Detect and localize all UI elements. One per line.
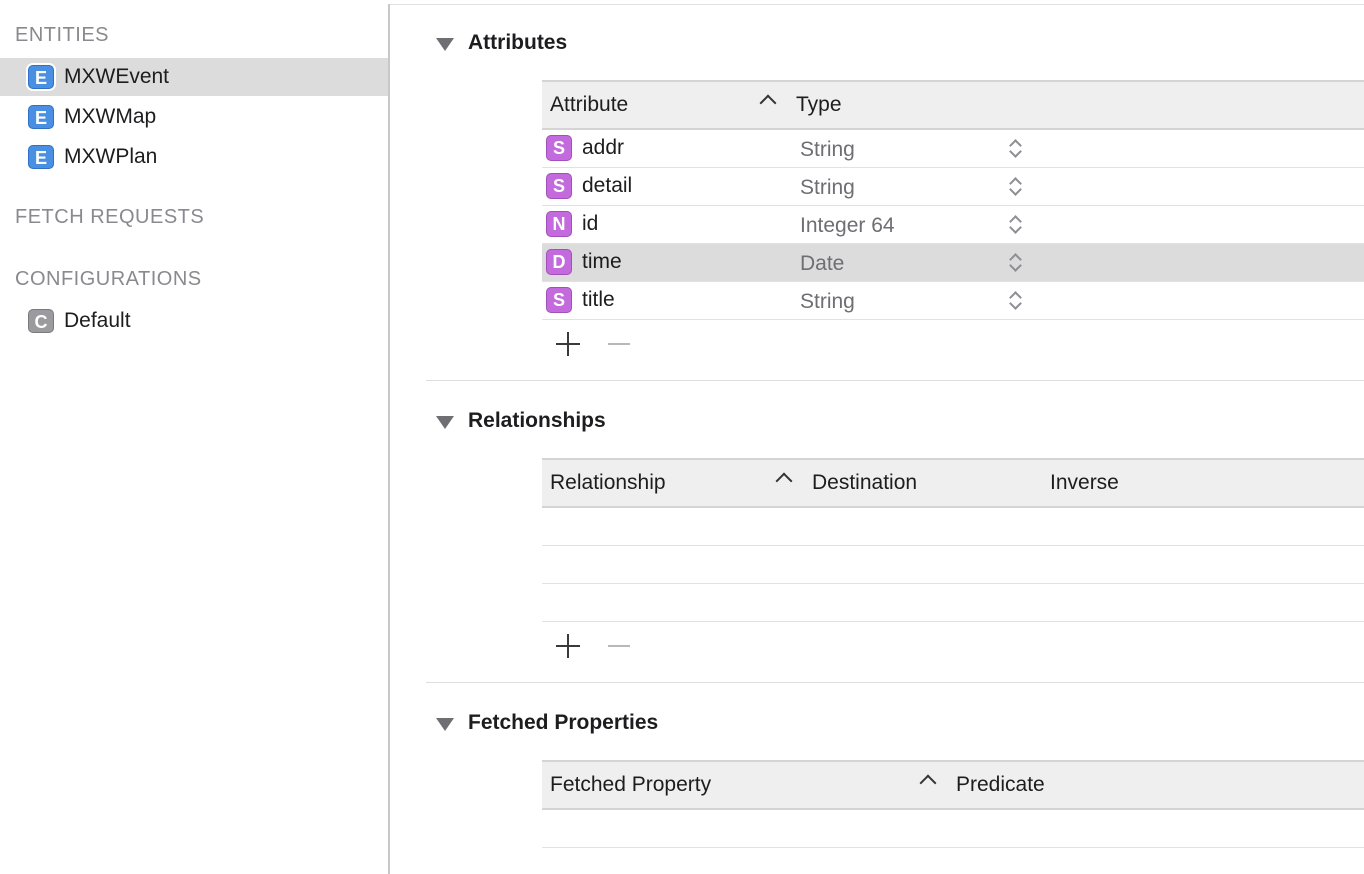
relationships-section-header[interactable]: Relationships <box>390 404 1364 444</box>
attribute-type-popup[interactable]: Date <box>800 252 844 276</box>
section-separator <box>426 380 1364 381</box>
attribute-type-popup[interactable]: String <box>800 176 855 200</box>
popup-chevron-icon[interactable] <box>1008 288 1022 312</box>
attributes-add-remove-bar <box>542 320 1364 366</box>
number-type-icon: N <box>546 211 572 237</box>
table-row-selected[interactable]: D time Date <box>542 244 1364 282</box>
attributes-section-header[interactable]: Attributes <box>390 26 1364 66</box>
entity-editor: Attributes Attribute Type S addr String … <box>390 4 1364 874</box>
entity-sidebar: ENTITIES E MXWEvent E MXWMap E MXWPlan F… <box>0 4 388 874</box>
sidebar-item-mxwevent[interactable]: E MXWEvent <box>0 58 388 96</box>
configuration-icon: C <box>28 309 54 333</box>
popup-chevron-icon[interactable] <box>1008 250 1022 274</box>
table-row[interactable]: S addr String <box>542 130 1364 168</box>
attribute-type-popup[interactable]: String <box>800 290 855 314</box>
attributes-table-header: Attribute Type <box>542 80 1364 130</box>
column-header-fetched-property[interactable]: Fetched Property <box>550 773 711 797</box>
disclosure-triangle-icon[interactable] <box>436 718 454 731</box>
attribute-name[interactable]: time <box>582 250 622 274</box>
sidebar-item-mxwmap[interactable]: E MXWMap <box>0 98 388 136</box>
relationships-add-remove-bar <box>542 622 1364 668</box>
sidebar-item-label: MXWPlan <box>64 145 158 168</box>
entities-section-title: ENTITIES <box>15 24 110 46</box>
add-attribute-button[interactable] <box>556 332 580 356</box>
attributes-table: Attribute Type S addr String S detail St… <box>542 80 1364 366</box>
fetched-properties-table-header: Fetched Property Predicate <box>542 760 1364 810</box>
section-separator <box>426 682 1364 683</box>
sort-ascending-icon[interactable] <box>919 774 937 792</box>
relationships-table: Relationship Destination Inverse <box>542 458 1364 668</box>
attribute-type-popup[interactable]: String <box>800 138 855 162</box>
relationships-table-header: Relationship Destination Inverse <box>542 458 1364 508</box>
table-row[interactable]: N id Integer 64 <box>542 206 1364 244</box>
table-row[interactable]: S detail String <box>542 168 1364 206</box>
sidebar-item-label: MXWMap <box>64 105 157 128</box>
column-header-type[interactable]: Type <box>796 93 842 117</box>
remove-attribute-button[interactable] <box>608 343 630 345</box>
fetched-properties-section-header[interactable]: Fetched Properties <box>390 706 1364 746</box>
attribute-name[interactable]: title <box>582 288 615 312</box>
fetched-properties-table: Fetched Property Predicate <box>542 760 1364 848</box>
sort-ascending-icon[interactable] <box>759 94 777 112</box>
sort-ascending-icon[interactable] <box>775 472 793 490</box>
empty-table-row <box>542 584 1364 622</box>
empty-table-row <box>542 546 1364 584</box>
sidebar-item-mxwplan[interactable]: E MXWPlan <box>0 138 388 176</box>
string-type-icon: S <box>546 135 572 161</box>
column-header-destination[interactable]: Destination <box>812 471 917 495</box>
sidebar-item-label: Default <box>64 309 131 332</box>
entity-icon: E <box>28 145 54 169</box>
configurations-section-title: CONFIGURATIONS <box>15 268 202 290</box>
attribute-type-popup[interactable]: Integer 64 <box>800 214 895 238</box>
sidebar-item-label: MXWEvent <box>64 65 170 88</box>
column-header-relationship[interactable]: Relationship <box>550 471 666 495</box>
attributes-section-title: Attributes <box>468 31 568 54</box>
add-relationship-button[interactable] <box>556 634 580 658</box>
fetched-properties-section-title: Fetched Properties <box>468 711 659 734</box>
sidebar-item-default-configuration[interactable]: C Default <box>0 302 388 340</box>
fetch-requests-section-title: FETCH REQUESTS <box>15 206 205 228</box>
remove-relationship-button[interactable] <box>608 645 630 647</box>
popup-chevron-icon[interactable] <box>1008 136 1022 160</box>
popup-chevron-icon[interactable] <box>1008 212 1022 236</box>
disclosure-triangle-icon[interactable] <box>436 38 454 51</box>
string-type-icon: S <box>546 173 572 199</box>
entity-icon: E <box>28 65 54 89</box>
attribute-name[interactable]: addr <box>582 136 624 160</box>
attribute-name[interactable]: id <box>582 212 598 236</box>
column-header-attribute[interactable]: Attribute <box>550 93 628 117</box>
column-header-inverse[interactable]: Inverse <box>1050 471 1119 495</box>
empty-table-row <box>542 508 1364 546</box>
popup-chevron-icon[interactable] <box>1008 174 1022 198</box>
empty-table-row <box>542 810 1364 848</box>
relationships-section-title: Relationships <box>468 409 606 432</box>
attribute-name[interactable]: detail <box>582 174 632 198</box>
column-header-predicate[interactable]: Predicate <box>956 773 1045 797</box>
table-row[interactable]: S title String <box>542 282 1364 320</box>
date-type-icon: D <box>546 249 572 275</box>
disclosure-triangle-icon[interactable] <box>436 416 454 429</box>
entity-icon: E <box>28 105 54 129</box>
string-type-icon: S <box>546 287 572 313</box>
